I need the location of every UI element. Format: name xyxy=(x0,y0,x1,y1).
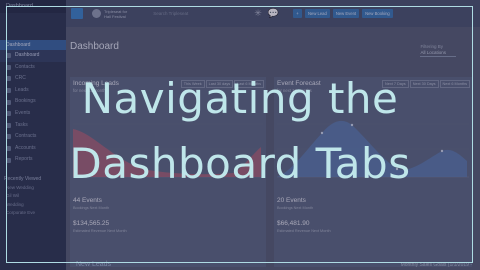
video-frame: Dashboard Dashboard Dashboard Contacts CRC… xyxy=(0,0,480,270)
overlay-title-line1: Navigating the xyxy=(81,74,399,123)
overlay-border xyxy=(6,6,473,263)
overlay-title-line2: Dashboard Tabs xyxy=(69,139,411,188)
